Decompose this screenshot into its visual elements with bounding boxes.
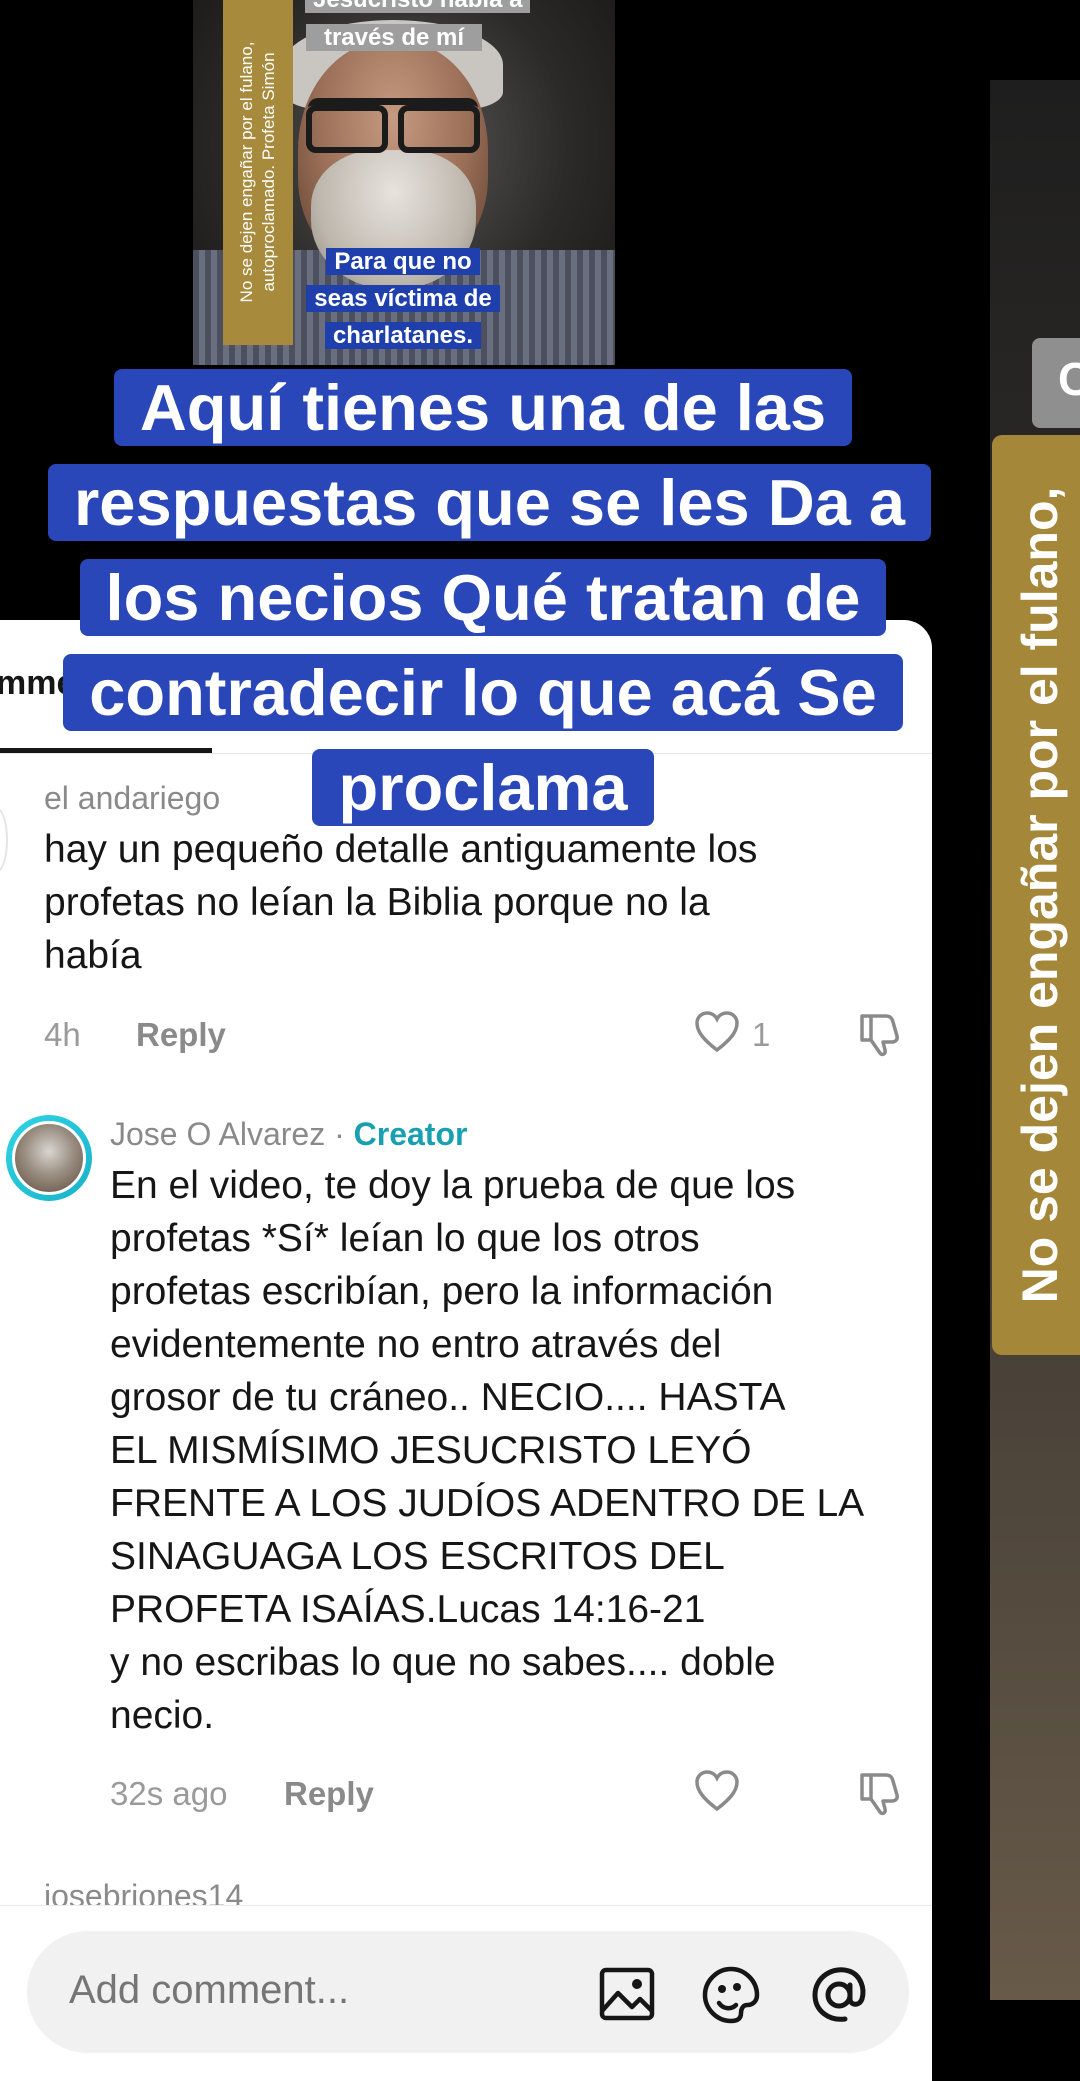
thumbnail-bottom-caption: Para que no seas víctima de charlatanes. [303,243,503,354]
comments-panel: mments el andariego hay un pequeño detal… [0,620,932,2080]
next-video-vertical-caption: No se dejen engañar por el fulano, [1012,486,1068,1304]
creator-avatar[interactable] [6,1115,92,1201]
thumbnail-top-caption-2: través de mí [306,24,482,51]
at-icon[interactable] [809,1965,869,2030]
comment-timestamp: 4h [44,1016,81,1053]
next-video-tag-text: C [1058,353,1080,405]
like-count: 1 [752,1016,771,1053]
reply-button[interactable]: Reply [284,1775,374,1813]
author-separator: · [325,1116,354,1152]
creator-avatar-image [12,1121,86,1195]
video-thumbnail[interactable]: No se dejen engañar por el fulano, autop… [193,0,615,365]
image-icon[interactable] [599,1967,655,2026]
heart-icon[interactable] [694,1769,740,1818]
heart-icon[interactable] [694,1010,740,1059]
thumbs-down-icon[interactable] [856,1769,904,1822]
comment-author[interactable]: Jose O Alvarez [110,1116,325,1152]
emoji-icon[interactable] [701,1965,761,2030]
thumbnail-bottom-caption-text: Para que no seas víctima de charlatanes. [306,248,500,349]
comment-input[interactable] [67,1967,591,2014]
comment-input-bar [0,1905,932,2081]
video-overlay-caption: Aquí tienes una de las respuestas que se… [48,360,932,835]
comment-text: hay un pequeño detalle antiguamente los … [44,828,758,977]
thumbs-down-icon[interactable] [856,1010,904,1063]
comment-input-container[interactable] [27,1931,909,2053]
creator-badge: Creator [353,1116,468,1152]
glasses-shape [306,98,480,153]
comment-timestamp: 32s ago [110,1775,228,1812]
avatar[interactable] [0,808,8,872]
thumbnail-top-caption-1: Jesucristo habla a [305,0,531,13]
overlay-caption-text: Aquí tienes una de las respuestas que se… [48,369,932,826]
comment-item: Jose O Alvarez · Creator En el video, te… [110,1116,930,1742]
comment-text: En el video, te doy la prueba de que los… [110,1164,865,1737]
reply-button[interactable]: Reply [136,1016,226,1054]
thumbnail-vertical-caption: No se dejen engañar por el fulano, autop… [237,41,278,303]
